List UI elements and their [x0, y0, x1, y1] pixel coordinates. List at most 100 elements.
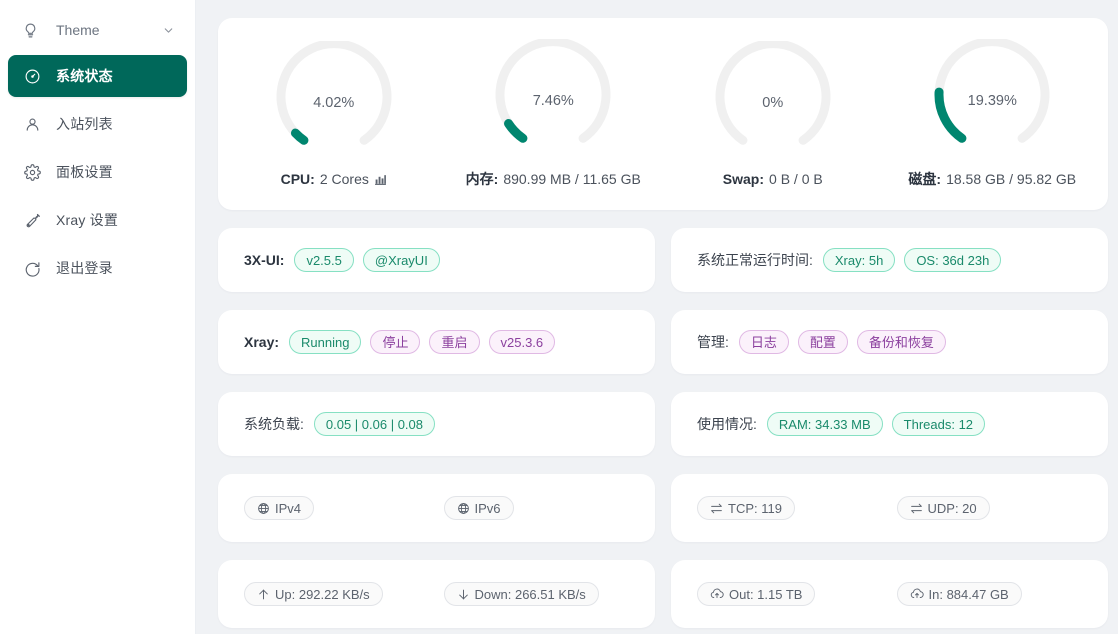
card-label: 系统负载:: [244, 416, 304, 432]
tag-load-averages[interactable]: 0.05 | 0.06 | 0.08: [313, 412, 435, 436]
tag-text: Running: [301, 334, 350, 350]
user-icon: [22, 116, 42, 133]
tag-xray-uptime[interactable]: Xray: 5h: [822, 248, 896, 272]
theme-switcher[interactable]: Theme: [8, 11, 187, 49]
tag-text: IPv6: [474, 500, 501, 516]
gauge-percent: 4.02%: [313, 95, 355, 111]
tag-xui-handle[interactable]: @XrayUI: [362, 248, 440, 272]
card-uptime: 系统正常运行时间: Xray: 5h OS: 36d 23h: [671, 228, 1108, 292]
tag-xray-stop[interactable]: 停止: [370, 330, 421, 354]
card-network-speed: Up: 292.22 KB/s Down: 266.51 KB/s: [218, 560, 655, 628]
sidebar-item-label: 退出登录: [56, 260, 113, 276]
tag-text: OS: 36d 23h: [916, 252, 990, 268]
tag-xui-version[interactable]: v2.5.5: [294, 248, 354, 272]
gauge-ring: 19.39%: [930, 39, 1054, 163]
gauge-caption: Swap: 0 B / 0 B: [723, 171, 823, 187]
tag-udp-connections[interactable]: UDP: 20: [896, 496, 990, 520]
tag-xray-version[interactable]: v25.3.6: [488, 330, 556, 354]
main-content: 4.02% CPU: 2 Cores 7.46% 内存: 890.99 MB /…: [196, 0, 1118, 634]
sidebar-item-label: 入站列表: [56, 116, 113, 132]
gauge-caption-value: 0 B / 0 B: [769, 171, 823, 187]
gauge-percent: 19.39%: [967, 93, 1017, 109]
tag-text: 日志: [750, 334, 777, 350]
slot-total-out: Out: 1.15 TB: [697, 582, 883, 606]
bar-chart-icon[interactable]: [374, 173, 387, 186]
cloud-upload-icon: [710, 587, 724, 601]
slot-upload-speed: Up: 292.22 KB/s: [244, 582, 430, 606]
sidebar-item-label: Xray 设置: [56, 212, 119, 228]
card-system-load: 系统负载: 0.05 | 0.06 | 0.08: [218, 392, 655, 456]
gauge-caption-prefix: Swap:: [722, 171, 765, 187]
globe-icon: [257, 502, 270, 515]
slot-download-speed: Down: 266.51 KB/s: [430, 582, 630, 606]
card-xray-status: Xray: Running 停止 重启 v25.3.6: [218, 310, 655, 374]
tag-total-out[interactable]: Out: 1.15 TB: [697, 582, 816, 606]
tag-logs[interactable]: 日志: [738, 330, 789, 354]
arrow-down-icon: [457, 588, 470, 601]
tag-text: UDP: 20: [927, 500, 977, 516]
logout-icon: [22, 260, 42, 277]
gauge-disk: 19.39% 磁盘: 18.58 GB / 95.82 GB: [883, 39, 1103, 189]
tag-config[interactable]: 配置: [797, 330, 848, 354]
tag-text: v2.5.5: [306, 252, 342, 268]
tag-text: RAM: 34.33 MB: [778, 416, 871, 432]
dashboard-icon: [22, 68, 42, 85]
bulb-icon: [22, 22, 42, 39]
sidebar-item-panel-settings[interactable]: 面板设置: [8, 151, 187, 193]
cloud-download-icon: [910, 587, 924, 601]
sidebar: Theme 系统状态 入站列表 面板设置 Xray 设置 退出登录: [0, 0, 196, 634]
tag-text: Up: 292.22 KB/s: [275, 586, 370, 602]
tag-ipv6[interactable]: IPv6: [443, 496, 514, 520]
tag-text: Out: 1.15 TB: [729, 586, 803, 602]
tag-xray-restart[interactable]: 重启: [429, 330, 480, 354]
gauge-cpu: 4.02% CPU: 2 Cores: [224, 41, 444, 187]
globe-icon: [457, 502, 470, 515]
gauge-caption-value: 18.58 GB / 95.82 GB: [946, 171, 1077, 187]
tag-upload-speed[interactable]: Up: 292.22 KB/s: [244, 582, 383, 606]
gauge-caption-prefix: CPU:: [280, 171, 315, 187]
tag-text: Down: 266.51 KB/s: [474, 586, 586, 602]
tag-download-speed[interactable]: Down: 266.51 KB/s: [443, 582, 599, 606]
tag-ipv4[interactable]: IPv4: [244, 496, 315, 520]
info-grid: 3X-UI: v2.5.5 @XrayUI 系统正常运行时间: Xray: 5h…: [218, 228, 1108, 628]
arrow-up-icon: [257, 588, 270, 601]
tag-text: Threads: 12: [903, 416, 974, 432]
chevron-down-icon[interactable]: [162, 24, 175, 37]
sidebar-item-inbounds[interactable]: 入站列表: [8, 103, 187, 145]
tag-text: Xray: 5h: [834, 252, 884, 268]
slot-total-in: In: 884.47 GB: [883, 582, 1083, 606]
gauge-caption-value: 890.99 MB / 11.65 GB: [503, 171, 641, 187]
gauge-caption-prefix: 内存:: [465, 171, 499, 187]
tag-text: @XrayUI: [374, 252, 428, 268]
slot-udp: UDP: 20: [883, 496, 1083, 520]
sidebar-item-label: 系统状态: [56, 68, 113, 84]
resource-gauges-card: 4.02% CPU: 2 Cores 7.46% 内存: 890.99 MB /…: [218, 18, 1108, 210]
tag-tcp-connections[interactable]: TCP: 119: [697, 496, 795, 520]
sidebar-item-system-status[interactable]: 系统状态: [8, 55, 187, 97]
gauge-caption-value: 2 Cores: [319, 171, 369, 187]
sidebar-item-xray-settings[interactable]: Xray 设置: [8, 199, 187, 241]
gauge-percent: 0%: [762, 95, 784, 111]
card-label: 3X-UI:: [244, 252, 285, 268]
gauge-percent: 7.46%: [532, 93, 574, 109]
tag-text: 备份和恢复: [868, 334, 934, 350]
tag-text: In: 884.47 GB: [928, 586, 1009, 602]
tag-text: 配置: [809, 334, 836, 350]
tag-text: IPv4: [275, 500, 302, 516]
tool-icon: [22, 212, 42, 229]
tag-os-uptime[interactable]: OS: 36d 23h: [904, 248, 1002, 272]
gauge-caption: 内存: 890.99 MB / 11.65 GB: [466, 169, 641, 189]
tag-ram-usage[interactable]: RAM: 34.33 MB: [766, 412, 883, 436]
tag-text: 停止: [382, 334, 409, 350]
tag-threads[interactable]: Threads: 12: [891, 412, 986, 436]
tag-total-in[interactable]: In: 884.47 GB: [896, 582, 1022, 606]
tag-backup-restore[interactable]: 备份和恢复: [856, 330, 946, 354]
tag-xray-running[interactable]: Running: [289, 330, 362, 354]
gauge-caption-prefix: 磁盘:: [908, 171, 942, 187]
gauge-caption: CPU: 2 Cores: [281, 171, 387, 187]
sidebar-item-logout[interactable]: 退出登录: [8, 247, 187, 289]
gear-icon: [22, 163, 42, 181]
theme-label: Theme: [56, 22, 100, 38]
slot-ipv4: IPv4: [244, 496, 430, 520]
gauge-caption: 磁盘: 18.58 GB / 95.82 GB: [908, 169, 1076, 189]
